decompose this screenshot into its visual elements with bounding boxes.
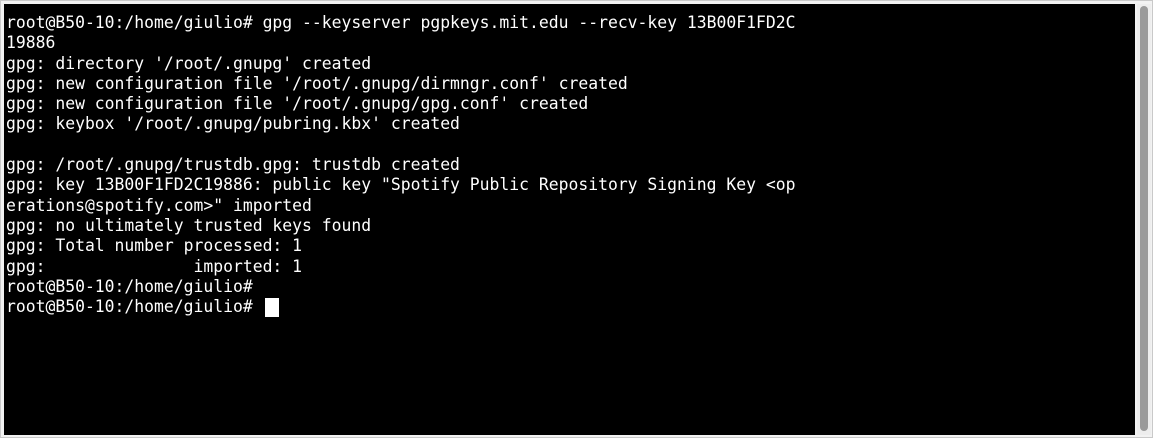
terminal-line-command-wrap: 19886	[6, 33, 56, 53]
scrollbar-thumb[interactable]	[1140, 6, 1148, 431]
terminal-line-trustdb: gpg: /root/.gnupg/trustdb.gpg: trustdb c…	[6, 155, 460, 175]
terminal-line-key-imported: gpg: key 13B00F1FD2C19886: public key "S…	[6, 175, 796, 195]
vertical-scrollbar[interactable]	[1137, 4, 1151, 435]
terminal-line-imported-count: gpg: imported: 1	[6, 256, 303, 276]
terminal-line-active-prompt[interactable]: root@B50-10:/home/giulio#	[6, 297, 795, 317]
terminal-line-directory-created: gpg: directory '/root/.gnupg' created	[6, 53, 372, 73]
terminal-lines: root@B50-10:/home/giulio# gpg --keyserve…	[6, 13, 795, 317]
terminal-line-total-processed: gpg: Total number processed: 1	[6, 236, 303, 256]
terminal-line-gpg-conf: gpg: new configuration file '/root/.gnup…	[6, 94, 589, 114]
terminal-line-prompt: root@B50-10:/home/giulio#	[6, 276, 253, 296]
terminal-line-dirmngr-conf: gpg: new configuration file '/root/.gnup…	[6, 73, 628, 93]
active-prompt-text: root@B50-10:/home/giulio#	[6, 297, 263, 317]
terminal-line-command: root@B50-10:/home/giulio# gpg --keyserve…	[6, 13, 796, 32]
terminal-output[interactable]: root@B50-10:/home/giulio# gpg --keyserve…	[4, 4, 1135, 435]
terminal-window: root@B50-10:/home/giulio# gpg --keyserve…	[0, 0, 1153, 438]
terminal-line-keybox: gpg: keybox '/root/.gnupg/pubring.kbx' c…	[6, 114, 460, 134]
terminal-line-key-imported-wrap: erations@spotify.com>" imported	[6, 195, 312, 215]
cursor-block-icon	[264, 297, 279, 317]
terminal-line-no-trusted-keys: gpg: no ultimately trusted keys found	[6, 215, 372, 235]
